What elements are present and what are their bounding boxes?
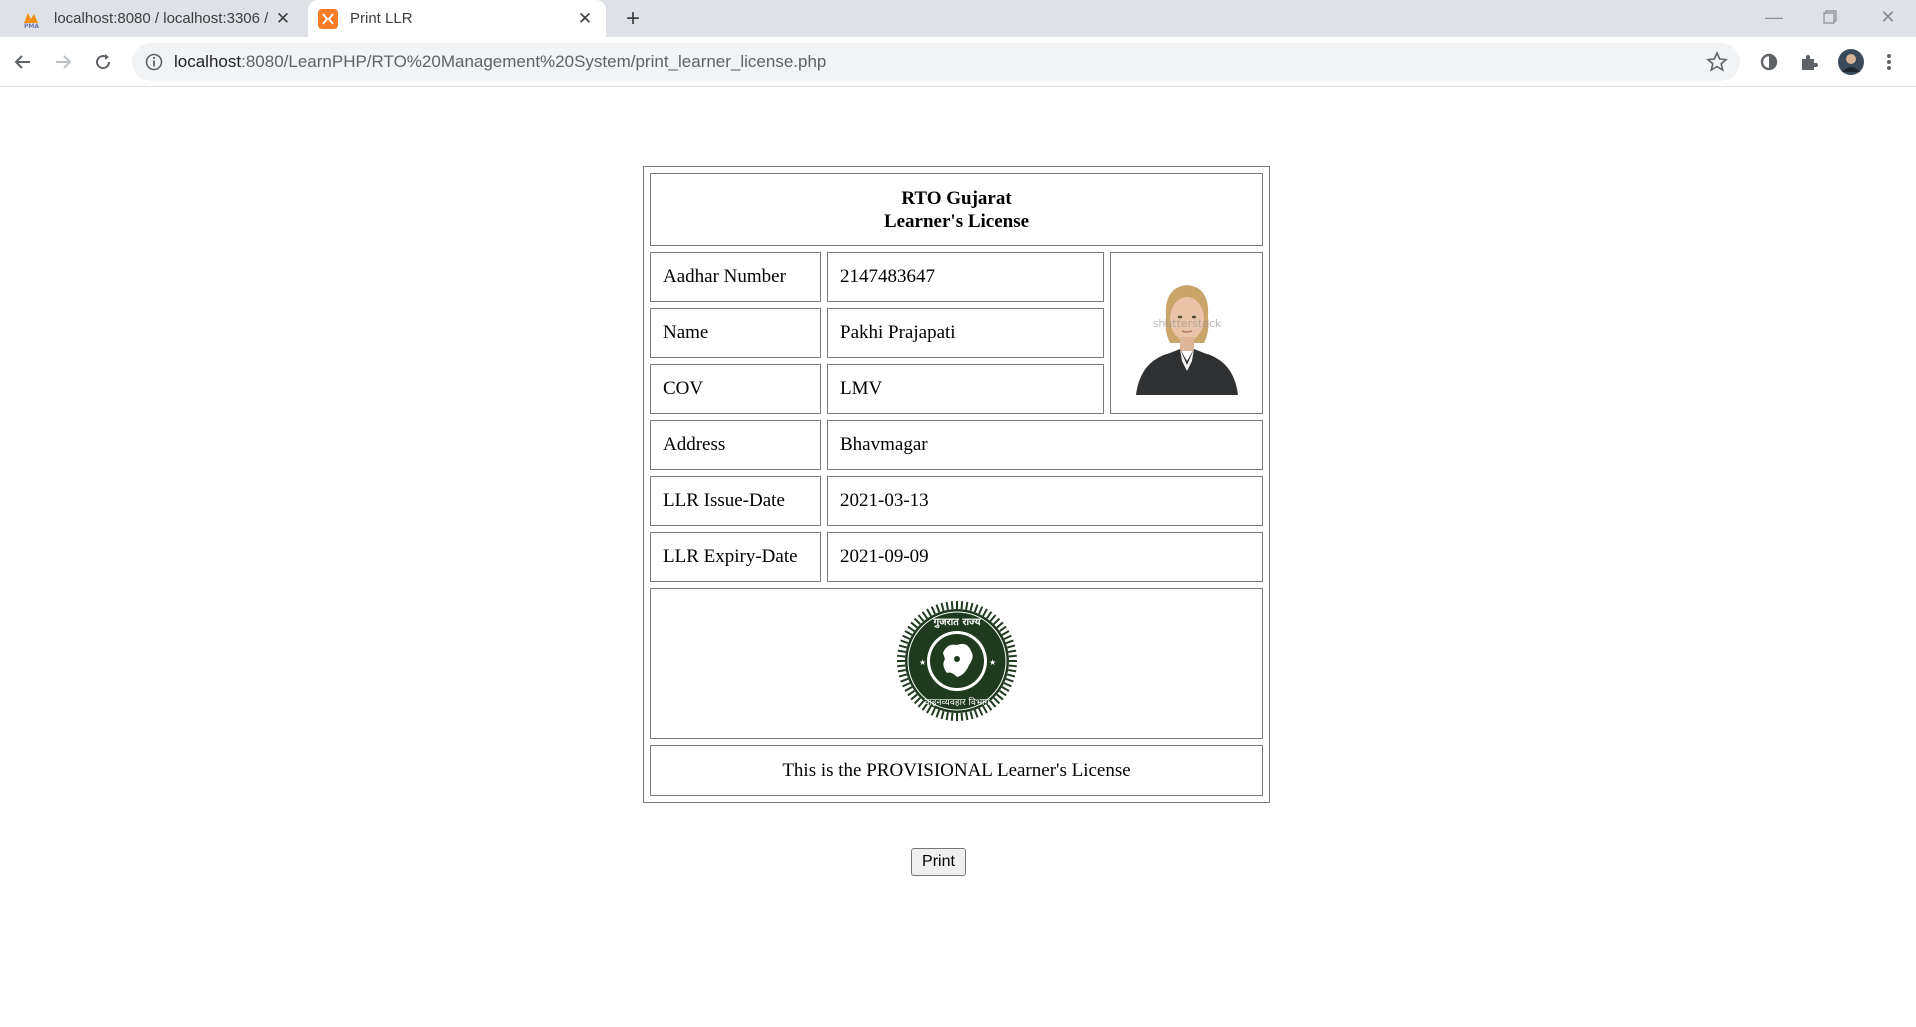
seal-ray <box>1008 654 1017 657</box>
cov-label: COV <box>650 364 821 414</box>
table-row: Address Bhavmagar <box>650 420 1263 470</box>
print-button[interactable]: Print <box>911 848 966 876</box>
svg-text:वाहनव्यवहार विभाग: वाहनव्यवहार विभाग <box>924 696 990 708</box>
info-icon[interactable] <box>144 52 164 72</box>
close-icon[interactable]: ✕ <box>574 8 596 30</box>
tab-title: Print LLR <box>350 10 413 27</box>
url-text[interactable]: localhost:8080/LearnPHP/RTO%20Management… <box>174 43 826 81</box>
seal-ray <box>1007 668 1016 672</box>
tab-strip: PMA localhost:8080 / localhost:3306 / ✕ … <box>0 0 1916 37</box>
seal-ray <box>1007 649 1016 653</box>
new-tab-plus-icon[interactable]: + <box>620 5 646 32</box>
seal-ray <box>964 601 968 610</box>
svg-text:PMA: PMA <box>24 23 39 29</box>
tab-phpmyadmin[interactable]: PMA localhost:8080 / localhost:3306 / ✕ <box>12 0 304 37</box>
table-row: LLR Issue-Date 2021-03-13 <box>650 476 1263 526</box>
tab-print-llr[interactable]: Print LLR ✕ <box>308 0 606 37</box>
seal-ray <box>950 600 953 609</box>
extension-circle-icon[interactable] <box>1756 49 1782 75</box>
minimize-icon[interactable]: — <box>1746 0 1802 34</box>
table-row: Aadhar Number 2147483647 shutterstock <box>650 252 1263 414</box>
seal-ray <box>960 712 963 721</box>
name-label: Name <box>650 308 821 358</box>
menu-kebab-icon[interactable] <box>1876 49 1902 75</box>
svg-text:★: ★ <box>989 658 996 667</box>
seal-ray <box>950 712 953 721</box>
seal-ray <box>896 654 905 657</box>
name-value: Pakhi Prajapati <box>827 308 1104 358</box>
table-row: LLR Expiry-Date 2021-09-09 <box>650 532 1263 582</box>
expiry-date-label: LLR Expiry-Date <box>650 532 821 582</box>
xampp-icon <box>318 8 338 29</box>
reload-icon[interactable] <box>86 45 120 79</box>
expiry-date-value: 2021-09-09 <box>827 532 1263 582</box>
address-bar[interactable]: localhost:8080/LearnPHP/RTO%20Management… <box>132 43 1740 81</box>
cov-value: LMV <box>827 364 1104 414</box>
phpmyadmin-icon: PMA <box>24 12 39 29</box>
seal-ray <box>960 600 963 609</box>
seal-ray <box>896 664 905 667</box>
authority-title: RTO Gujarat <box>901 187 1012 209</box>
tab-title: localhost:8080 / localhost:3306 / <box>54 10 269 27</box>
svg-text:★: ★ <box>919 658 926 667</box>
profile-avatar[interactable] <box>1836 47 1866 77</box>
seal-cell: गुजरात राज्य वाहनव्यवहार विभाग ★ ★ <box>650 588 1263 739</box>
address-label: Address <box>650 420 821 470</box>
seal-ray <box>897 649 906 653</box>
applicant-photo: shutterstock <box>1121 265 1252 395</box>
svg-text:गुजरात राज्य: गुजरात राज्य <box>932 617 981 628</box>
aadhar-value: 2147483647 <box>827 252 1104 302</box>
bookmark-star-icon[interactable] <box>1706 51 1728 73</box>
watermark: shutterstock <box>1152 317 1221 330</box>
forward-arrow-icon[interactable] <box>46 45 80 79</box>
address-value: Bhavmagar <box>827 420 1263 470</box>
issue-date-value: 2021-03-13 <box>827 476 1263 526</box>
photo-cell: shutterstock <box>1110 252 1263 414</box>
restore-icon[interactable] <box>1802 0 1858 34</box>
extensions-puzzle-icon[interactable] <box>1796 49 1822 75</box>
seal-ray <box>945 711 949 720</box>
provisional-notice: This is the PROVISIONAL Learner's Licens… <box>650 745 1263 796</box>
license-header: RTO Gujarat Learner's License <box>650 173 1263 246</box>
close-icon[interactable]: ✕ <box>272 8 294 30</box>
gujarat-transport-seal-logo: गुजरात राज्य वाहनव्यवहार विभाग ★ ★ <box>896 600 1017 721</box>
license-title: Learner's License <box>883 210 1030 232</box>
browser-toolbar: localhost:8080/LearnPHP/RTO%20Management… <box>0 37 1916 87</box>
aadhar-label: Aadhar Number <box>650 252 821 302</box>
seal-ray <box>897 668 906 672</box>
seal-ray <box>964 711 968 720</box>
seal-ray <box>945 601 949 610</box>
window-close-icon[interactable]: ✕ <box>1860 0 1916 34</box>
back-arrow-icon[interactable] <box>6 45 40 79</box>
seal-ray <box>1008 664 1017 667</box>
learner-license-card: RTO Gujarat Learner's License Aadhar Num… <box>643 166 1270 803</box>
issue-date-label: LLR Issue-Date <box>650 476 821 526</box>
